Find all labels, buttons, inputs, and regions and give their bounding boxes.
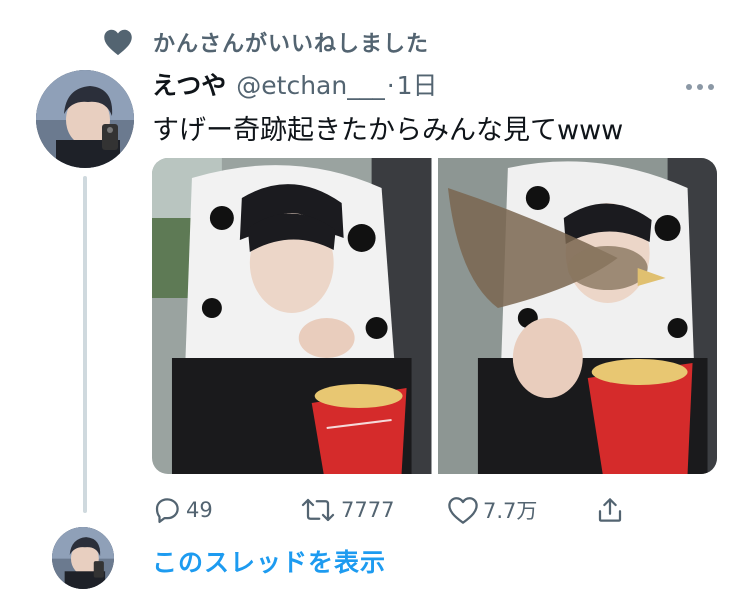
retweet-button[interactable]: 7777 (299, 493, 394, 527)
thread-line (83, 176, 87, 513)
share-icon (598, 498, 622, 522)
reply-button[interactable]: 49 (152, 493, 213, 527)
media-grid (152, 158, 717, 474)
more-icon[interactable] (685, 72, 715, 97)
photo-bird-flying[interactable] (437, 158, 717, 474)
action-bar: 49 7777 7.7万 (152, 493, 632, 527)
heart-icon (104, 29, 132, 56)
handle[interactable]: @etchan___ (236, 71, 384, 100)
share-button[interactable] (595, 493, 625, 527)
reply-icon (155, 498, 179, 523)
like-button[interactable]: 7.7万 (447, 493, 537, 527)
tweet-header: えつや @etchan___ · 1日 (152, 66, 438, 100)
timestamp[interactable]: 1日 (397, 66, 438, 102)
reply-count: 49 (186, 498, 213, 522)
tweet-text: すげー奇跡起きたからみんな見てwww (152, 115, 624, 146)
like-icon (448, 497, 478, 524)
retweet-count: 7777 (341, 498, 395, 522)
avatar[interactable] (36, 70, 134, 168)
thread-avatar[interactable] (52, 527, 114, 589)
show-thread-link[interactable]: このスレッドを表示 (152, 543, 386, 579)
display-name[interactable]: えつや (152, 66, 226, 102)
social-context-text: かんさんがいいねしました (153, 32, 430, 57)
separator: · (386, 71, 395, 100)
photo-person-popcorn[interactable] (152, 158, 432, 474)
like-count: 7.7万 (483, 499, 538, 523)
retweet-icon (301, 498, 335, 522)
social-context: かんさんがいいねしました (103, 28, 430, 57)
